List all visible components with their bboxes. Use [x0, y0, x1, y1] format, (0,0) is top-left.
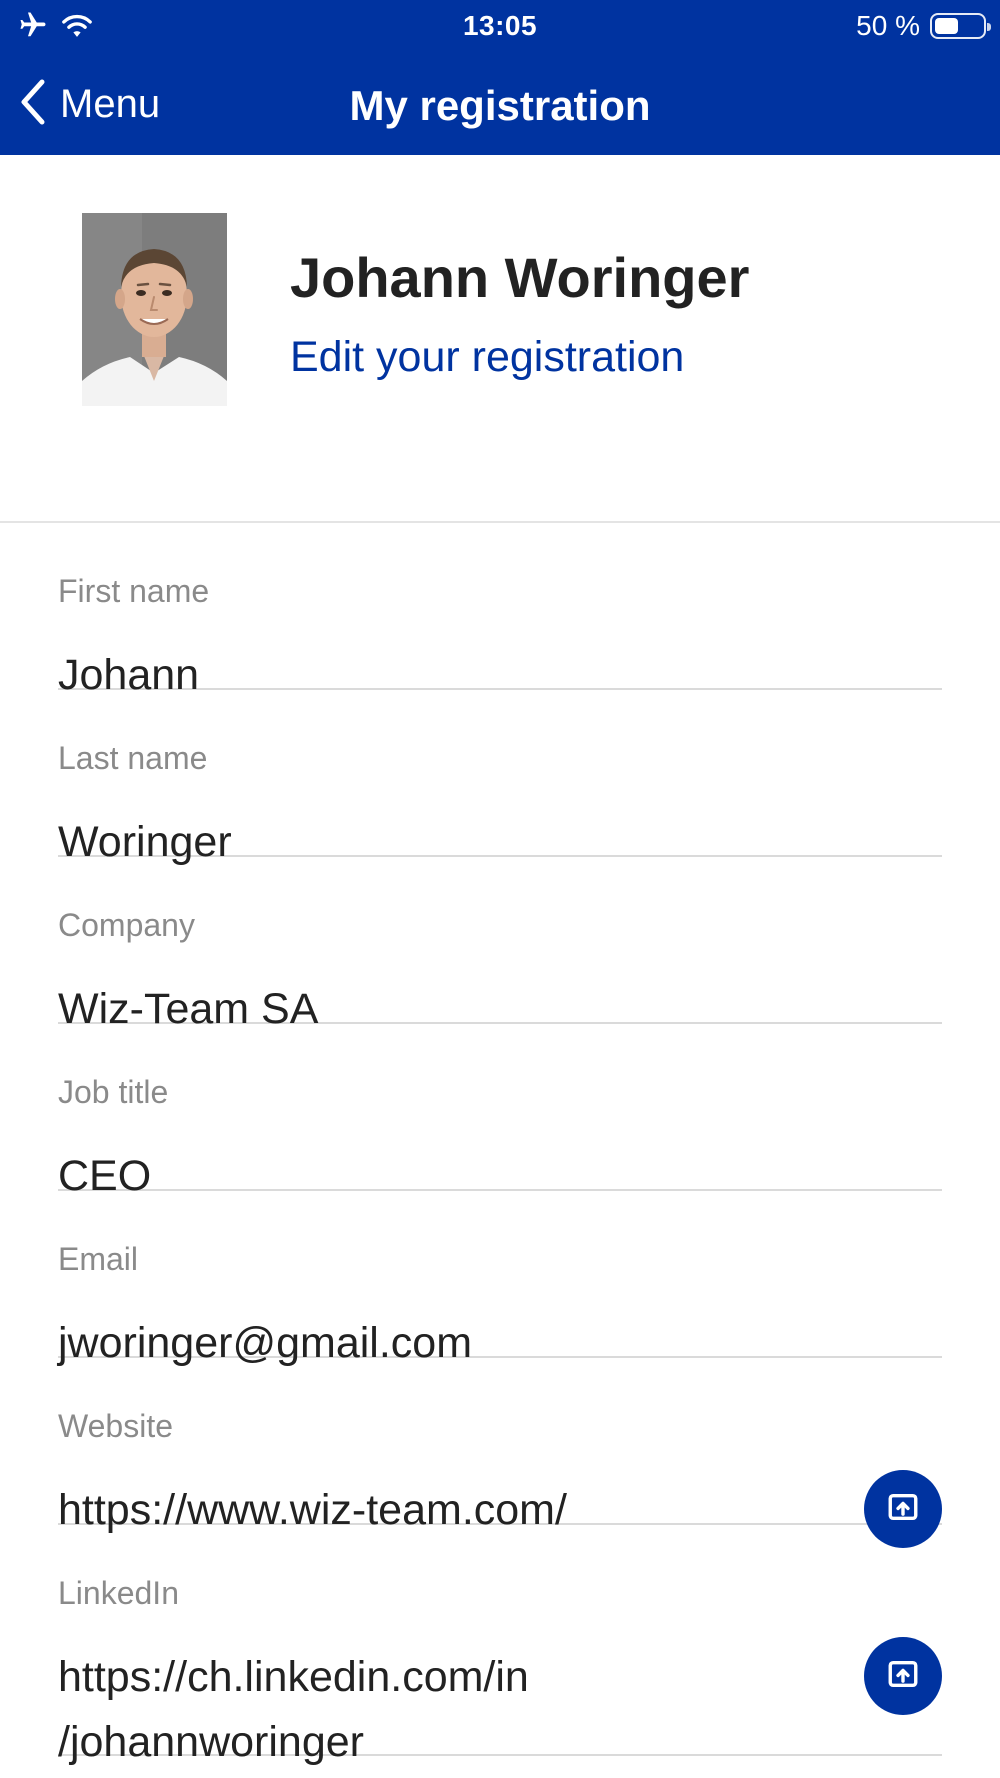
- registration-screen: 13:05 50 % Menu My registration Johann W…: [0, 0, 1000, 1778]
- linkedin-value-line-2: /johannworinger: [58, 1718, 364, 1766]
- job-title-label: Job title: [58, 1074, 169, 1110]
- battery-icon: [930, 13, 991, 39]
- registration-form: First name Johann Last name Woringer Com…: [0, 523, 1000, 1766]
- email-field: Email jworinger@gmail.com: [58, 1191, 942, 1367]
- linkedin-value[interactable]: https://ch.linkedin.com/in /johannworing…: [58, 1645, 818, 1775]
- open-linkedin-button[interactable]: [864, 1637, 942, 1715]
- battery-percentage: 50 %: [856, 10, 920, 41]
- first-name-label: First name: [58, 573, 210, 609]
- first-name-field: First name Johann: [58, 523, 942, 699]
- top-bar: 13:05 50 % Menu My registration: [0, 0, 1000, 155]
- linkedin-field: LinkedIn https://ch.linkedin.com/in /joh…: [58, 1525, 942, 1766]
- status-right: 50 %: [856, 10, 991, 42]
- profile-name: Johann Woringer: [290, 246, 750, 309]
- page-title: My registration: [349, 82, 651, 129]
- last-name-label: Last name: [58, 740, 208, 776]
- battery-fill: [935, 18, 958, 34]
- edit-registration-link[interactable]: Edit your registration: [290, 333, 684, 382]
- company-label: Company: [58, 907, 195, 943]
- status-time: 13:05: [462, 10, 538, 41]
- email-label: Email: [58, 1241, 139, 1277]
- navigation-bar: Menu My registration: [0, 60, 1000, 155]
- linkedin-label: LinkedIn: [58, 1575, 179, 1611]
- open-external-icon: [886, 1657, 920, 1696]
- last-name-field: Last name Woringer: [58, 690, 942, 866]
- status-bar: 13:05 50 %: [0, 0, 1000, 50]
- linkedin-value-line-1: https://ch.linkedin.com/in: [58, 1653, 529, 1701]
- profile-header: Johann Woringer Edit your registration: [0, 155, 1000, 523]
- website-label: Website: [58, 1408, 174, 1444]
- website-field: Website https://www.wiz-team.com/: [58, 1358, 942, 1548]
- avatar: [82, 213, 227, 406]
- open-external-icon: [886, 1490, 920, 1529]
- battery-cap: [987, 23, 991, 31]
- job-title-field: Job title CEO: [58, 1024, 942, 1200]
- company-field: Company Wiz-Team SA: [58, 857, 942, 1033]
